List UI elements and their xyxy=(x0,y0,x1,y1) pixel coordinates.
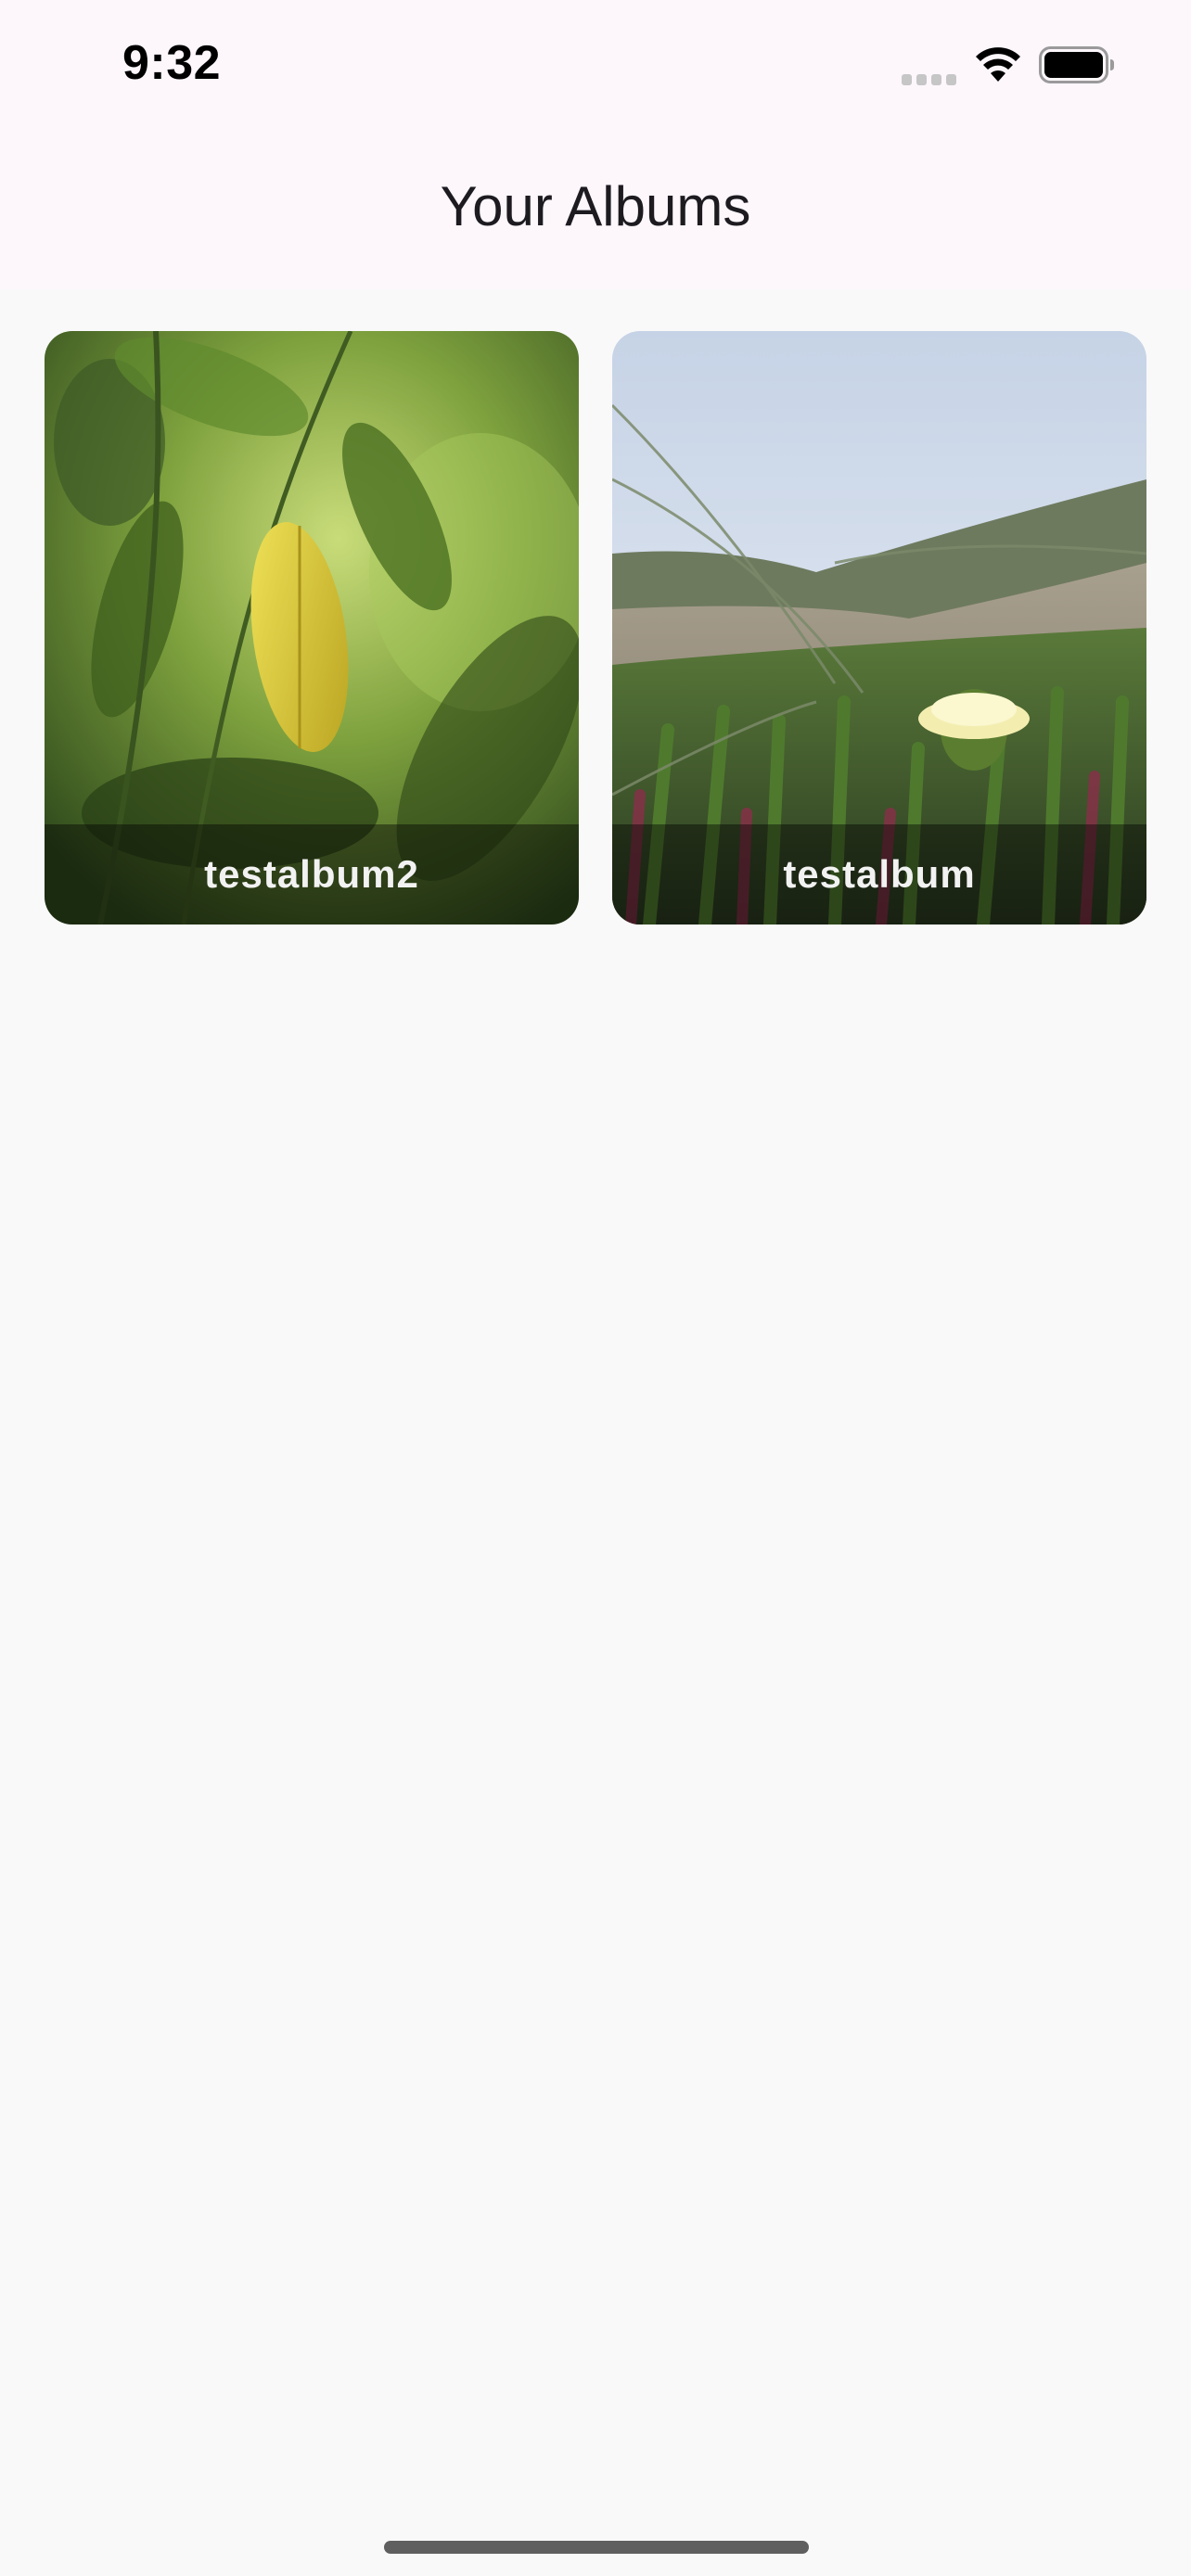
signal-icon xyxy=(902,74,956,85)
battery-icon xyxy=(1039,46,1114,83)
status-bar: 9:32 xyxy=(0,0,1191,139)
page-title: Your Albums xyxy=(440,175,751,237)
status-time: 9:32 xyxy=(122,36,222,90)
home-indicator[interactable] xyxy=(384,2541,809,2554)
album-title: testalbum xyxy=(783,852,976,896)
album-card-testalbum2[interactable]: testalbum2 xyxy=(45,331,579,925)
wifi-icon xyxy=(976,47,1020,82)
album-card-testalbum[interactable]: testalbum xyxy=(612,331,1146,925)
album-title: testalbum2 xyxy=(204,852,419,896)
app-header: Your Albums xyxy=(0,139,1191,289)
